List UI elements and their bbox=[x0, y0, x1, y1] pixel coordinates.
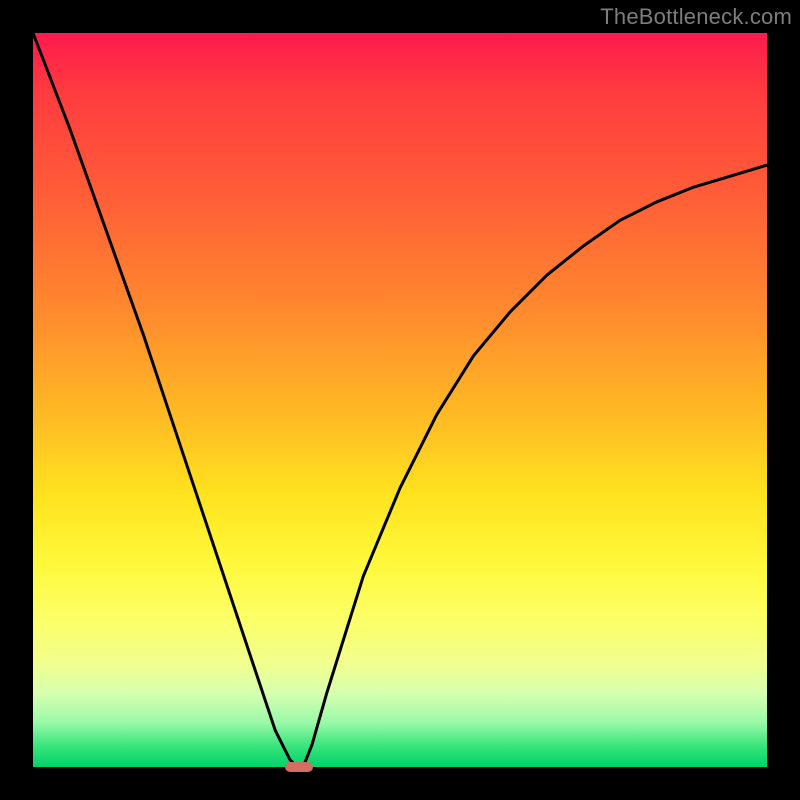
minimum-marker bbox=[285, 762, 313, 772]
bottleneck-curve bbox=[33, 33, 767, 767]
curve-path bbox=[33, 33, 767, 767]
chart-stage: TheBottleneck.com bbox=[0, 0, 800, 800]
attribution-text: TheBottleneck.com bbox=[600, 4, 792, 30]
plot-area bbox=[33, 33, 767, 767]
